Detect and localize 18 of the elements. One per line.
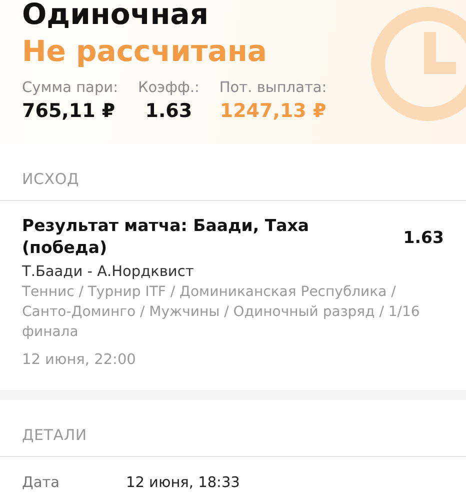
section-heading: ДЕТАЛИ [0,400,466,457]
event-path: Теннис / Турнир ITF / Доминиканская Республика / Санто-Доминго / Мужчины / Одиночный разряд / 1/16 финала [22,283,421,342]
bet-type-title: Одиночная [22,0,210,32]
stat-value: 1247,13 ₽ [220,99,326,124]
stat-value: 1.63 [145,99,192,124]
match-name: Т.Баади - А.Нордквист [22,263,195,282]
stat-label: Коэфф.: [138,79,200,98]
event-time: 12 июня, 22:00 [22,352,137,368]
section-heading: ИСХОД [0,144,466,201]
stat-label: Сумма пари: [22,79,118,98]
market-name: Результат матча: Баади, Таха (победа) [22,215,310,259]
odds-value: 1.63 [403,228,444,246]
detail-label: Дата [22,475,61,491]
clock-icon [368,4,466,124]
stat-value: 765,11 ₽ [22,99,116,124]
stat-label: Пот. выплата: [219,79,327,98]
detail-value: 12 июня, 18:33 [126,475,240,491]
bet-status: Не рассчитана [22,33,268,70]
